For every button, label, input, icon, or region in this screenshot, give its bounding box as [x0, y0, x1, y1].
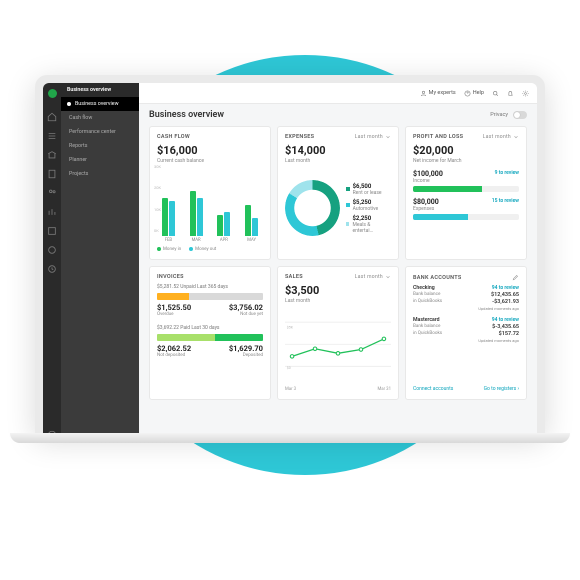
- pencil-icon[interactable]: [512, 274, 519, 281]
- sidebar-item-business-overview[interactable]: Business overview: [61, 97, 139, 111]
- report-icon[interactable]: [47, 202, 57, 212]
- help-link[interactable]: Help: [464, 90, 484, 97]
- bell-icon[interactable]: [507, 90, 514, 97]
- invoices-unpaid: $5,281.52 Unpaid Last 365 days $1,525.50…: [157, 284, 263, 317]
- sidebar-item-performance[interactable]: Performance center: [61, 125, 139, 139]
- sales-sub: Last month: [285, 298, 391, 304]
- bank-account[interactable]: Mastercard94 to reviewBank balance$-3,43…: [413, 317, 519, 343]
- money-icon[interactable]: [47, 240, 57, 250]
- toggle-icon: [513, 111, 527, 119]
- chevron-down-icon: [385, 134, 391, 140]
- menu-icon[interactable]: [47, 126, 57, 136]
- bank-icon[interactable]: [47, 145, 57, 155]
- card-cashflow: CASH FLOW $16,000 Current cash balance 3…: [149, 126, 271, 260]
- cashflow-title: CASH FLOW: [157, 134, 190, 140]
- card-bank: BANK ACCOUNTS Checking94 to reviewBank b…: [405, 266, 527, 400]
- pl-title: PROFIT AND LOSS: [413, 134, 463, 140]
- gear-icon[interactable]: [522, 90, 529, 97]
- expenses-period-select[interactable]: Last month: [355, 134, 391, 140]
- cashflow-chart: 30K20K10K0K FEBMARAPRMAY: [157, 164, 263, 245]
- bank-title: BANK ACCOUNTS: [413, 275, 462, 281]
- sales-period-select[interactable]: Last month: [355, 274, 391, 280]
- card-sales: SALES Last month $3,500 Last month $5K $0…: [277, 266, 399, 400]
- sidebar-item-cashflow[interactable]: Cash flow: [61, 111, 139, 125]
- privacy-label: Privacy: [490, 112, 508, 118]
- sidebar-item-planner[interactable]: Planner: [61, 153, 139, 167]
- app-logo-icon[interactable]: [48, 89, 57, 98]
- invoices-title: INVOICES: [157, 274, 184, 280]
- sidebar-header[interactable]: Business overview: [61, 83, 139, 97]
- pl-income-row: $100,000Income9 to review: [413, 170, 519, 192]
- laptop-base: [10, 433, 570, 443]
- expenses-title: EXPENSES: [285, 134, 314, 140]
- pl-amount: $20,000: [413, 144, 519, 157]
- sidebar-active-label: Business overview: [75, 101, 119, 107]
- sidebar: Business overview Business overview Cash…: [61, 83, 139, 435]
- people-icon[interactable]: [47, 183, 57, 193]
- app-title: Business overview: [67, 87, 111, 93]
- sales-chart: $5K $0: [285, 308, 391, 385]
- expenses-donut: [285, 180, 340, 236]
- card-invoices: INVOICES $5,281.52 Unpaid Last 365 days …: [149, 266, 271, 400]
- topbar: My experts Help: [139, 83, 537, 104]
- sidebar-item-projects[interactable]: Projects: [61, 167, 139, 181]
- expenses-list: $6,500Rent or lease$5,250Automotive$2,25…: [346, 183, 391, 234]
- pl-expense-review[interactable]: 15 to review: [492, 198, 519, 212]
- svg-text:$5K: $5K: [287, 324, 294, 329]
- my-experts-link[interactable]: My experts: [420, 90, 456, 97]
- clock-icon[interactable]: [47, 259, 57, 269]
- sidebar-item-reports[interactable]: Reports: [61, 139, 139, 153]
- sales-amount: $3,500: [285, 284, 391, 297]
- card-profitloss: PROFIT AND LOSS Last month $20,000 Net i…: [405, 126, 527, 260]
- expenses-amount: $14,000: [285, 144, 391, 157]
- pl-period-select[interactable]: Last month: [483, 134, 519, 140]
- connect-accounts-link[interactable]: Connect accounts: [413, 386, 453, 392]
- icon-rail: [43, 83, 61, 435]
- legend-money-out: Money out: [189, 247, 216, 252]
- cashflow-amount: $16,000: [157, 144, 263, 157]
- invoices-paid: $3,692.22 Paid Last 30 days $2,062.52Not…: [157, 325, 263, 358]
- bank-account[interactable]: Checking94 to reviewBank balance$12,435.…: [413, 285, 519, 311]
- sales-title: SALES: [285, 274, 303, 280]
- chevron-down-icon: [385, 274, 391, 280]
- experts-label: My experts: [429, 90, 456, 96]
- receipt-icon[interactable]: [47, 164, 57, 174]
- home-icon[interactable]: [47, 107, 57, 117]
- legend-money-in: Money in: [157, 247, 181, 252]
- help-label: Help: [473, 90, 484, 96]
- pl-income-review[interactable]: 9 to review: [495, 170, 519, 184]
- page-title: Business overview: [149, 110, 224, 120]
- search-icon[interactable]: [492, 90, 499, 97]
- tax-icon[interactable]: [47, 221, 57, 231]
- card-expenses: EXPENSES Last month $14,000 Last month $…: [277, 126, 399, 260]
- person-icon: [420, 90, 427, 97]
- svg-text:$0: $0: [287, 365, 291, 370]
- go-registers-link[interactable]: Go to registers ›: [484, 386, 519, 392]
- pl-expense-row: $80,000Expenses15 to review: [413, 198, 519, 220]
- main: My experts Help Business overview Privac…: [139, 83, 537, 435]
- privacy-toggle[interactable]: Privacy: [490, 111, 527, 119]
- help-circle-icon: [464, 90, 471, 97]
- chevron-down-icon: [513, 134, 519, 140]
- pl-sub: Net income for March: [413, 158, 519, 164]
